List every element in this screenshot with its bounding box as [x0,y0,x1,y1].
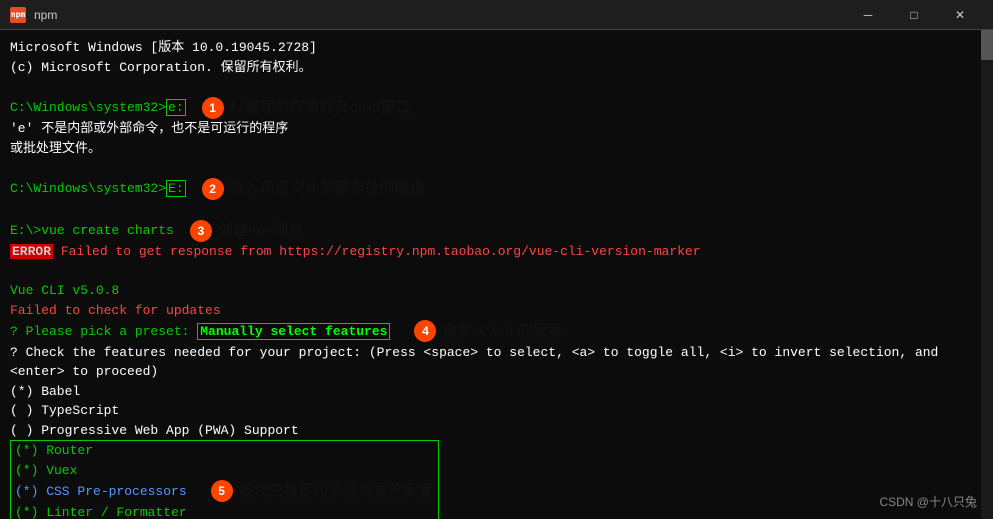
feature-router: (*) Router [15,441,434,461]
line-10: E:\>vue create charts [10,221,174,241]
feature-pwa: ( ) Progressive Web App (PWA) Support [10,421,983,441]
line-2: (c) Microsoft Corporation. 保留所有权利。 [10,58,983,78]
line-1: Microsoft Windows [版本 10.0.19045.2728] [10,38,983,58]
window-controls: ─ □ ✕ [845,0,983,30]
close-button[interactable]: ✕ [937,0,983,30]
feature-vuex: (*) Vuex [15,461,434,481]
title-bar: npm npm ─ □ ✕ [0,0,993,30]
feature-linter: (*) Linter / Formatter [15,503,434,519]
annotation-4: 4 自定义 vue的配置 [414,320,562,343]
line-4-row: C:\Windows\system32>e: 1 以管理员权限打开cmd窗口 [10,97,983,120]
window-title: npm [34,8,57,22]
watermark: CSDN @十八只兔 [879,493,977,511]
line-blank2 [10,200,983,220]
line-blank3 [10,262,983,282]
maximize-button[interactable]: □ [891,0,937,30]
feature-babel: (*) Babel [10,382,983,402]
line-7 [10,158,983,178]
feature-css: (*) CSS Pre-processors [15,482,187,502]
annotation-1: 1 以管理员权限打开cmd窗口 [202,97,411,120]
line-16: ? Check the features needed for your pro… [10,343,983,363]
minimize-button[interactable]: ─ [845,0,891,30]
anno-circle-3: 3 [190,220,212,242]
line-13: Vue CLI v5.0.8 [10,281,983,301]
scrollbar-thumb[interactable] [981,30,993,60]
title-bar-left: npm npm [10,7,57,23]
anno-circle-5: 5 [211,480,233,502]
line-17: <enter> to proceed) [10,362,983,382]
anno-circle-4: 4 [414,320,436,342]
line-6: 或批处理文件。 [10,139,983,159]
anno-text-4: 自定义 vue的配置 [442,320,562,343]
line-8: C:\Windows\system32>E: [10,179,186,199]
anno-text-5: 按住空格即可选择想要的配置 [239,480,434,503]
scrollbar[interactable] [981,30,993,519]
line-15-row: ? Please pick a preset: Manually select … [10,320,983,343]
anno-circle-1: 1 [202,97,224,119]
anno-text-3: 创建vue项目 [218,220,304,243]
anno-circle-2: 2 [202,178,224,200]
line-14: Failed to check for updates [10,301,983,321]
annotation-3: 3 创建vue项目 [190,220,304,243]
terminal-area[interactable]: Microsoft Windows [版本 10.0.19045.2728] (… [0,30,993,519]
annotation-5: 5 按住空格即可选择想要的配置 [211,480,434,503]
line-10-row: E:\>vue create charts 3 创建vue项目 [10,220,983,243]
feature-css-row: (*) CSS Pre-processors 5 按住空格即可选择想要的配置 [15,480,434,503]
line-5: 'e' 不是内部或外部命令，也不是可运行的程序 [10,119,983,139]
annotation-2: 2 进入项目文件想要存放的磁盘 [202,178,425,201]
feature-typescript: ( ) TypeScript [10,401,983,421]
selected-features-box: (*) Router (*) Vuex (*) CSS Pre-processo… [10,440,439,519]
line-3 [10,77,983,97]
line-11: ERROR Failed to get response from https:… [10,242,983,262]
line-4: C:\Windows\system32>e: [10,98,186,118]
line-15: ? Please pick a preset: Manually select … [10,322,390,342]
anno-text-2: 进入项目文件想要存放的磁盘 [230,178,425,201]
line-8-row: C:\Windows\system32>E: 2 进入项目文件想要存放的磁盘 [10,178,983,201]
npm-icon: npm [10,7,26,23]
anno-text-1: 以管理员权限打开cmd窗口 [230,97,411,120]
